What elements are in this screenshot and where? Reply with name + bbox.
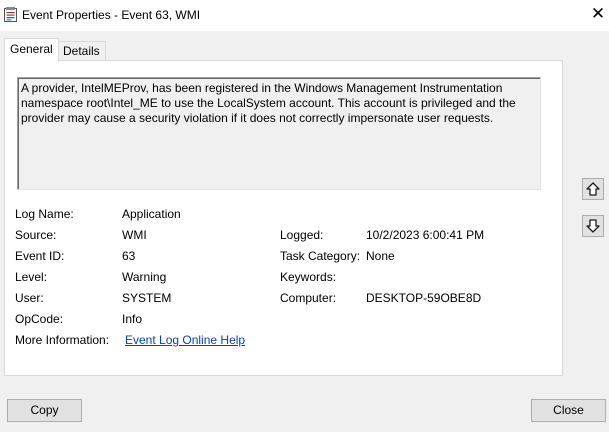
- task-category-value[interactable]: None: [366, 249, 395, 263]
- window-close-icon[interactable]: ✕: [588, 4, 608, 24]
- window-title: Event Properties - Event 63, WMI: [22, 8, 201, 22]
- computer-value[interactable]: DESKTOP-59OBE8D: [366, 291, 481, 305]
- close-button[interactable]: Close: [531, 399, 606, 422]
- task-category-label: Task Category:: [280, 249, 361, 263]
- title-bar: Event Properties - Event 63, WMI ✕: [0, 0, 609, 31]
- next-event-button[interactable]: [582, 215, 604, 237]
- level-label: Level:: [15, 270, 48, 284]
- source-label: Source:: [15, 228, 57, 242]
- event-log-online-help-link[interactable]: Event Log Online Help: [125, 333, 245, 347]
- event-viewer-icon: [4, 7, 17, 22]
- tab-details[interactable]: Details: [57, 41, 106, 60]
- source-value[interactable]: WMI: [122, 228, 147, 242]
- copy-button[interactable]: Copy: [7, 399, 82, 422]
- user-value[interactable]: SYSTEM: [122, 291, 171, 305]
- keywords-label: Keywords:: [280, 270, 337, 284]
- computer-label: Computer:: [280, 291, 337, 305]
- previous-event-button[interactable]: [582, 178, 604, 200]
- arrow-up-icon: [586, 182, 600, 196]
- arrow-down-icon: [586, 219, 600, 233]
- user-label: User:: [15, 291, 44, 305]
- level-value[interactable]: Warning: [122, 270, 166, 284]
- log-name-value[interactable]: Application: [122, 207, 181, 221]
- more-information-label: More Information:: [15, 333, 110, 347]
- log-name-label: Log Name:: [15, 207, 74, 221]
- logged-label: Logged:: [280, 228, 324, 242]
- event-id-value[interactable]: 63: [122, 249, 135, 263]
- event-id-label: Event ID:: [15, 249, 65, 263]
- tab-general[interactable]: General: [4, 38, 59, 62]
- logged-value[interactable]: 10/2/2023 6:00:41 PM: [366, 228, 484, 242]
- event-description[interactable]: A provider, IntelMEProv, has been regist…: [17, 77, 541, 190]
- opcode-label: OpCode:: [15, 312, 64, 326]
- opcode-value[interactable]: Info: [122, 312, 142, 326]
